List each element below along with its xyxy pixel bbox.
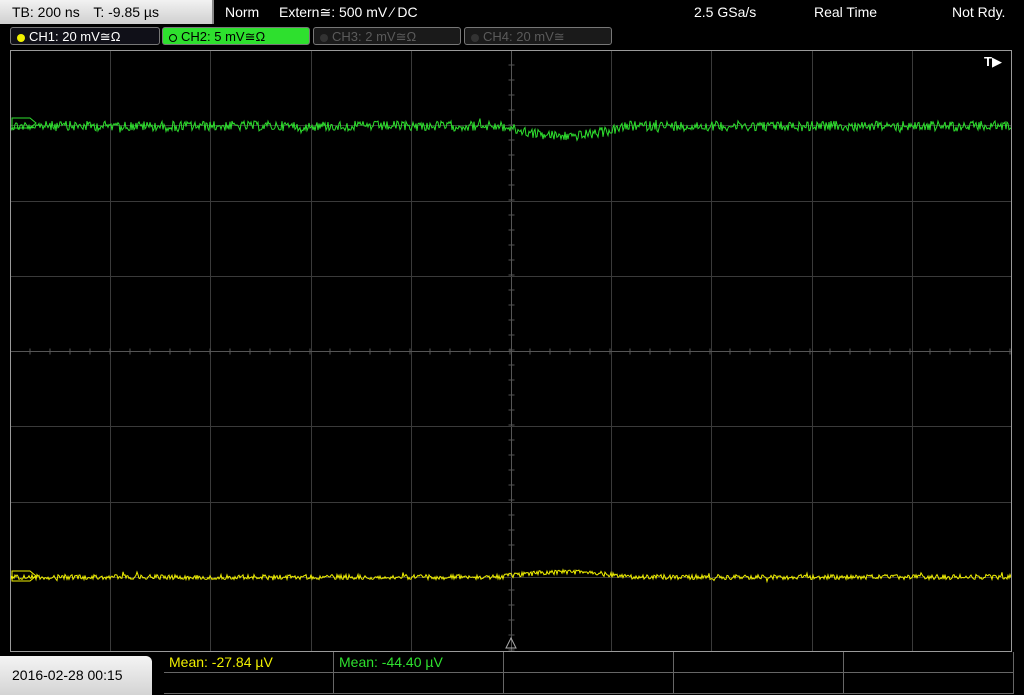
meas-slot-3 bbox=[504, 652, 674, 673]
ch2-dot-icon bbox=[169, 33, 177, 42]
ch3-dot-icon bbox=[320, 33, 328, 42]
ch1-mean: Mean: -27.84 µV bbox=[164, 652, 334, 673]
display-border bbox=[10, 50, 1012, 652]
meas-slot-4 bbox=[674, 652, 844, 673]
timebase-value: TB: 200 ns bbox=[12, 4, 80, 20]
ch3-label: CH3: 2 mV≅Ω bbox=[332, 29, 417, 44]
meas-slot-9 bbox=[674, 673, 844, 694]
ch4-label: CH4: 20 mV≅ bbox=[483, 29, 565, 44]
meas-slot-6 bbox=[164, 673, 334, 694]
ch1-label: CH1: 20 mV≅Ω bbox=[29, 29, 121, 44]
datetime: 2016-02-28 00:15 bbox=[0, 656, 152, 695]
trigger-mode[interactable]: Norm bbox=[225, 0, 259, 24]
ch1-dot-icon bbox=[17, 33, 25, 42]
tab-ch1[interactable]: CH1: 20 mV≅Ω bbox=[10, 27, 160, 45]
meas-slot-10 bbox=[844, 673, 1014, 694]
top-bar: TB: 200 ns T: -9.85 µs Norm Extern≅: 500… bbox=[0, 0, 1024, 24]
trigger-source[interactable]: Extern≅: 500 mV ⁄ DC bbox=[279, 0, 418, 24]
trigger-time-value: T: -9.85 µs bbox=[93, 4, 159, 20]
tab-ch2[interactable]: CH2: 5 mV≅Ω bbox=[162, 27, 310, 45]
meas-slot-8 bbox=[504, 673, 674, 694]
meas-slot-7 bbox=[334, 673, 504, 694]
ch4-dot-icon bbox=[471, 33, 479, 42]
tab-ch3[interactable]: CH3: 2 mV≅Ω bbox=[313, 27, 461, 45]
acquisition-mode: Real Time bbox=[814, 4, 878, 20]
measurement-table: Mean: -27.84 µV Mean: -44.40 µV bbox=[164, 652, 1014, 695]
sample-rate: 2.5 GSa/s bbox=[694, 4, 757, 20]
ch2-mean: Mean: -44.40 µV bbox=[334, 652, 504, 673]
tab-ch4[interactable]: CH4: 20 mV≅ bbox=[464, 27, 612, 45]
meas-slot-5 bbox=[844, 652, 1014, 673]
ch2-label: CH2: 5 mV≅Ω bbox=[181, 29, 266, 44]
timebase-panel[interactable]: TB: 200 ns T: -9.85 µs bbox=[0, 0, 214, 24]
trigger-marker: T▶ bbox=[984, 54, 1002, 69]
trigger-state: Not Rdy. bbox=[952, 4, 1006, 20]
channel-tabs: CH1: 20 mV≅Ω CH2: 5 mV≅Ω CH3: 2 mV≅Ω CH4… bbox=[0, 26, 1024, 48]
